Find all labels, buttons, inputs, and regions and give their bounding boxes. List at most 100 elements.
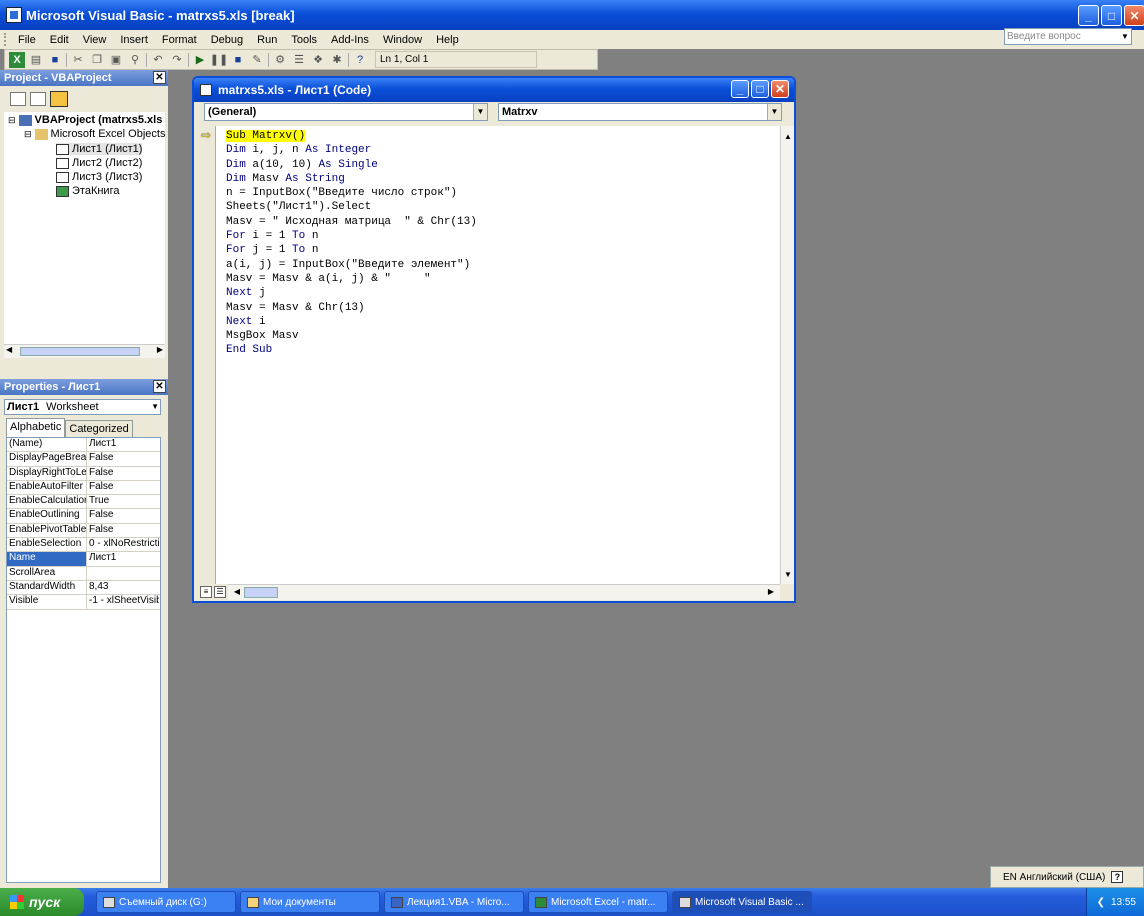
property-value[interactable]: False: [87, 452, 159, 465]
menu-run[interactable]: Run: [250, 34, 284, 46]
object-browser-icon[interactable]: ❖: [310, 52, 326, 68]
taskbar-item[interactable]: Лекция1.VBA - Micro...: [384, 891, 524, 913]
scroll-down-icon[interactable]: ▼: [781, 568, 795, 582]
collapse-icon[interactable]: ⊟: [24, 129, 32, 140]
menu-tools[interactable]: Tools: [284, 34, 324, 46]
property-value[interactable]: Лист1: [87, 552, 159, 565]
menu-view[interactable]: View: [76, 34, 114, 46]
save-icon[interactable]: ■: [47, 52, 63, 68]
tree-hscroll[interactable]: ◀ ▶: [4, 344, 165, 358]
insert-module-icon[interactable]: ▤: [28, 52, 44, 68]
redo-icon[interactable]: ↷: [169, 52, 185, 68]
property-value[interactable]: -1 - xlSheetVisib: [87, 595, 159, 608]
code-text[interactable]: Sub Matrxv() Dim i, j, n As Integer Dim …: [226, 129, 477, 358]
menu-window[interactable]: Window: [376, 34, 429, 46]
taskbar-item[interactable]: Съемный диск (G:): [96, 891, 236, 913]
tree-item-sheet3[interactable]: Лист3 (Лист3): [56, 171, 142, 183]
property-row[interactable]: Visible -1 - xlSheetVisib: [7, 595, 160, 610]
property-row[interactable]: Name Лист1: [7, 552, 160, 567]
property-row[interactable]: EnableOutlining False: [7, 509, 160, 524]
project-explorer-icon[interactable]: ⚙: [272, 52, 288, 68]
chevron-down-icon[interactable]: ▼: [151, 400, 159, 414]
chevron-down-icon[interactable]: ▼: [767, 104, 781, 120]
tree-item-excel-objects[interactable]: ⊟ Microsoft Excel Objects: [24, 128, 165, 140]
breakpoint-margin[interactable]: ⇨: [198, 126, 216, 584]
property-row[interactable]: ScrollArea: [7, 566, 160, 581]
tab-categorized[interactable]: Categorized: [65, 420, 133, 437]
property-value[interactable]: False: [87, 467, 159, 480]
property-row[interactable]: (Name) Лист1: [7, 438, 160, 453]
property-value[interactable]: False: [87, 481, 159, 494]
code-vscroll[interactable]: ▲ ▼: [780, 126, 794, 584]
property-row[interactable]: DisplayPageBreak False: [7, 452, 160, 467]
menu-debug[interactable]: Debug: [204, 34, 250, 46]
property-value[interactable]: 8,43: [87, 581, 159, 594]
menu-insert[interactable]: Insert: [113, 34, 155, 46]
close-button[interactable]: ✕: [1124, 5, 1144, 26]
maximize-button[interactable]: □: [751, 80, 769, 98]
collapse-icon[interactable]: ⊟: [8, 115, 16, 126]
start-button[interactable]: пуск: [0, 888, 84, 916]
property-value[interactable]: Лист1: [87, 438, 159, 451]
full-module-view-icon[interactable]: ☰: [214, 586, 226, 598]
toolbox-icon[interactable]: ✱: [329, 52, 345, 68]
scroll-up-icon[interactable]: ▲: [781, 130, 795, 144]
menu-help[interactable]: Help: [429, 34, 466, 46]
design-mode-icon[interactable]: ✎: [249, 52, 265, 68]
scroll-left-icon[interactable]: ◀: [230, 585, 244, 599]
taskbar-item-active[interactable]: Microsoft Visual Basic ...: [672, 891, 812, 913]
code-editor[interactable]: Sub Matrxv() Dim i, j, n As Integer Dim …: [216, 126, 780, 584]
menu-addins[interactable]: Add-Ins: [324, 34, 376, 46]
help-question-input[interactable]: Введите вопрос ▼: [1004, 28, 1132, 45]
property-row[interactable]: DisplayRightToLef False: [7, 466, 160, 481]
property-value[interactable]: 0 - xlNoRestrictio: [87, 538, 159, 551]
close-icon[interactable]: ✕: [153, 71, 166, 84]
taskbar-item[interactable]: Мои документы: [240, 891, 380, 913]
minimize-button[interactable]: _: [731, 80, 749, 98]
property-value[interactable]: False: [87, 509, 159, 522]
close-button[interactable]: ✕: [771, 80, 789, 98]
procedure-combo[interactable]: Matrxv ▼: [498, 103, 782, 121]
language-bar[interactable]: EN Английский (США) ?: [990, 866, 1144, 888]
scroll-thumb[interactable]: [20, 347, 140, 356]
language-help-icon[interactable]: ?: [1111, 871, 1124, 883]
view-code-icon[interactable]: [10, 92, 26, 106]
close-icon[interactable]: ✕: [153, 380, 166, 393]
property-row[interactable]: EnableAutoFilter False: [7, 480, 160, 496]
property-row[interactable]: StandardWidth 8,43: [7, 580, 160, 596]
tree-item-vbaproject[interactable]: ⊟ VBAProject (matrxs5.xls: [8, 114, 162, 126]
code-hscroll[interactable]: ◀ ▶: [228, 584, 780, 600]
property-row[interactable]: EnablePivotTable False: [7, 523, 160, 539]
taskbar-item[interactable]: Microsoft Excel - matr...: [528, 891, 668, 913]
property-row[interactable]: EnableCalculation True: [7, 495, 160, 510]
menu-format[interactable]: Format: [155, 34, 204, 46]
maximize-button[interactable]: □: [1101, 5, 1122, 26]
menu-edit[interactable]: Edit: [43, 34, 76, 46]
property-value[interactable]: False: [87, 524, 159, 537]
minimize-button[interactable]: _: [1078, 5, 1099, 26]
menu-grip[interactable]: [4, 33, 7, 46]
tab-alphabetic[interactable]: Alphabetic: [6, 418, 66, 437]
break-icon[interactable]: ❚❚: [210, 52, 228, 68]
tree-item-sheet1[interactable]: Лист1 (Лист1): [56, 143, 143, 155]
tray-expand-icon[interactable]: ❮: [1097, 897, 1105, 908]
view-excel-icon[interactable]: X: [9, 51, 25, 68]
procedure-view-icon[interactable]: ≡: [200, 586, 212, 598]
toggle-folders-icon[interactable]: [50, 91, 68, 107]
find-icon[interactable]: ⚲: [127, 52, 143, 68]
property-value[interactable]: True: [87, 495, 159, 508]
copy-icon[interactable]: ❐: [89, 52, 105, 68]
reset-icon[interactable]: ■: [230, 52, 246, 68]
tree-item-sheet2[interactable]: Лист2 (Лист2): [56, 157, 142, 169]
scroll-thumb[interactable]: [244, 587, 278, 598]
scroll-right-icon[interactable]: ▶: [157, 345, 163, 354]
properties-window-icon[interactable]: ☰: [291, 52, 307, 68]
view-object-icon[interactable]: [30, 92, 46, 106]
paste-icon[interactable]: ▣: [108, 52, 124, 68]
object-selector[interactable]: Лист1 Worksheet ▼: [4, 399, 161, 415]
property-value[interactable]: [87, 567, 159, 580]
run-icon[interactable]: ▶: [192, 52, 208, 68]
menu-file[interactable]: File: [11, 34, 43, 46]
tree-item-thisworkbook[interactable]: ЭтаКнига: [56, 185, 119, 197]
scroll-left-icon[interactable]: ◀: [6, 345, 12, 354]
